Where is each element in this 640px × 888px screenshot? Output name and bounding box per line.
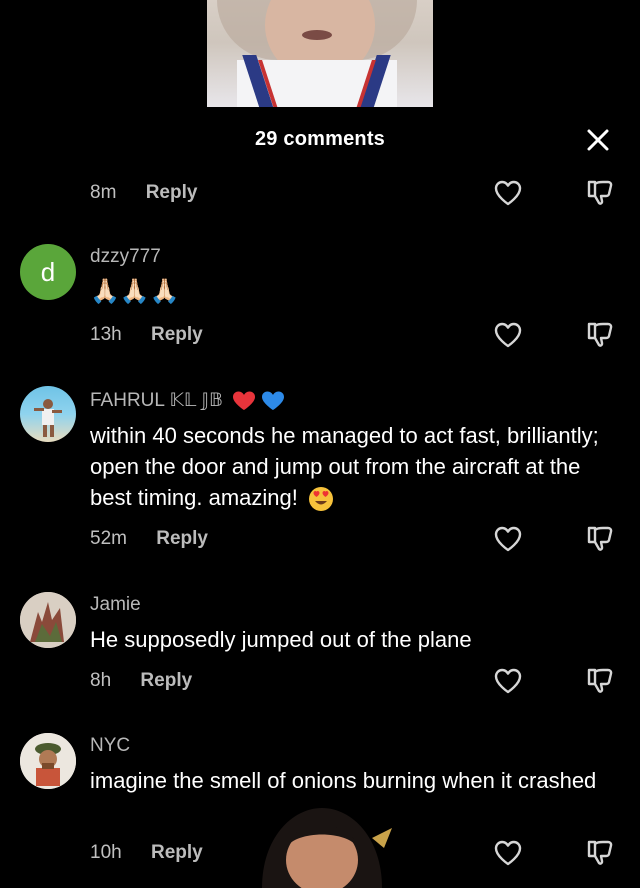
- overlay-face-image: [262, 808, 392, 888]
- red-heart-icon: [233, 391, 256, 410]
- comment-meta: 8h Reply: [90, 670, 192, 692]
- dislike-icon[interactable]: [584, 664, 616, 696]
- comment-text: 🙏🏻🙏🏻🙏🏻: [90, 278, 180, 305]
- dislike-icon[interactable]: [584, 318, 616, 350]
- comment-time: 8h: [90, 670, 112, 691]
- avatar-letter: d: [40, 256, 56, 287]
- comments-count-title: 29 comments: [254, 128, 386, 150]
- heart-icon[interactable]: [493, 178, 523, 208]
- reply-button[interactable]: Reply: [156, 528, 208, 550]
- blue-heart-icon: [262, 391, 285, 410]
- comment-meta: 52m Reply: [90, 528, 208, 550]
- comment-username[interactable]: dzzy777: [90, 246, 161, 268]
- comment-text: He supposedly jumped out of the plane: [90, 627, 472, 652]
- reply-button[interactable]: Reply: [151, 842, 203, 864]
- comment-meta: 10h Reply: [90, 842, 203, 864]
- close-icon[interactable]: [582, 124, 614, 156]
- avatar[interactable]: [20, 733, 76, 789]
- heart-icon[interactable]: [493, 524, 523, 554]
- username-text: FAHRUL 𝕂𝕃 𝕁𝔹: [90, 390, 223, 411]
- video-thumbnail[interactable]: [207, 0, 433, 107]
- comment-time: 13h: [90, 324, 122, 345]
- comment-text: imagine the smell of onions burning when…: [90, 768, 597, 793]
- comment-meta: 13h Reply: [90, 324, 203, 346]
- comment-meta: 8m Reply: [90, 182, 197, 204]
- comment-text-content: within 40 seconds he managed to act fast…: [90, 423, 599, 510]
- dislike-icon[interactable]: [584, 836, 616, 868]
- avatar[interactable]: [20, 592, 76, 648]
- dislike-icon[interactable]: [584, 522, 616, 554]
- heart-icon[interactable]: [493, 320, 523, 350]
- heart-icon[interactable]: [493, 666, 523, 696]
- avatar[interactable]: d: [20, 244, 76, 300]
- dislike-icon[interactable]: [584, 176, 616, 208]
- reply-button[interactable]: Reply: [140, 670, 192, 692]
- comment-username[interactable]: Jamie: [90, 594, 141, 616]
- heart-icon[interactable]: [493, 838, 523, 868]
- comment-username[interactable]: FAHRUL 𝕂𝕃 𝕁𝔹: [90, 389, 285, 412]
- comment-time: 8m: [90, 182, 117, 203]
- avatar[interactable]: [20, 386, 76, 442]
- comment-text: within 40 seconds he managed to act fast…: [90, 420, 620, 513]
- comment-username[interactable]: NYC: [90, 735, 130, 757]
- comment-time: 52m: [90, 528, 127, 549]
- reply-button[interactable]: Reply: [146, 182, 198, 204]
- comment-time: 10h: [90, 842, 122, 863]
- reply-button[interactable]: Reply: [151, 324, 203, 346]
- heart-eyes-emoji-icon: [309, 487, 333, 512]
